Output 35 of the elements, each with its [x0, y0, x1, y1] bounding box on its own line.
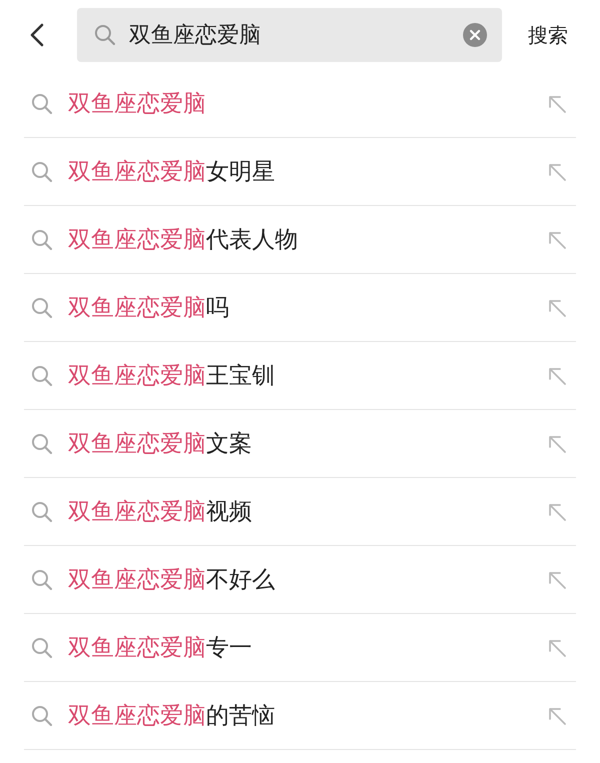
- search-field[interactable]: 双鱼座恋爱脑: [129, 22, 462, 48]
- suggestion-text: 双鱼座恋爱脑的苦恼: [68, 702, 276, 731]
- search-icon: [30, 160, 54, 184]
- search-icon: [30, 636, 54, 660]
- suggestion-item[interactable]: 双鱼座恋爱脑代表人物: [24, 206, 576, 274]
- search-icon: [30, 296, 54, 320]
- suggestion-item[interactable]: 双鱼座恋爱脑文案: [24, 410, 576, 478]
- search-icon: [93, 23, 117, 47]
- search-icon: [30, 364, 54, 388]
- suggestion-text: 双鱼座恋爱脑文案: [68, 430, 253, 459]
- search-bar[interactable]: 双鱼座恋爱脑: [77, 8, 502, 62]
- suggestion-item[interactable]: 双鱼座恋爱脑吗: [24, 274, 576, 342]
- suggestion-item[interactable]: 双鱼座恋爱脑不好么: [24, 546, 576, 614]
- suggestion-text: 双鱼座恋爱脑吗: [68, 294, 230, 323]
- search-button[interactable]: 搜索: [528, 22, 568, 48]
- suggestion-text: 双鱼座恋爱脑王宝钏: [68, 362, 276, 391]
- suggestion-text: 双鱼座恋爱脑代表人物: [68, 226, 299, 255]
- suggestion-text: 双鱼座恋爱脑: [68, 90, 207, 119]
- search-icon: [30, 92, 54, 116]
- suggestion-text: 双鱼座恋爱脑女明星: [68, 158, 276, 187]
- search-icon: [30, 500, 54, 524]
- search-icon: [30, 432, 54, 456]
- suggestion-item[interactable]: 双鱼座恋爱脑的苦恼: [24, 682, 576, 750]
- suggestion-item[interactable]: 双鱼座恋爱脑: [24, 70, 576, 138]
- search-icon: [30, 568, 54, 592]
- suggestion-item[interactable]: 双鱼座恋爱脑视频: [24, 478, 576, 546]
- search-icon: [30, 704, 54, 728]
- suggestion-item[interactable]: 双鱼座恋爱脑女明星: [24, 138, 576, 206]
- suggestion-item[interactable]: 双鱼座恋爱脑专一: [24, 614, 576, 682]
- suggestion-text: 双鱼座恋爱脑不好么: [68, 566, 276, 595]
- suggestion-text: 双鱼座恋爱脑专一: [68, 634, 253, 663]
- search-icon: [30, 228, 54, 252]
- suggestion-text: 双鱼座恋爱脑视频: [68, 498, 253, 527]
- clear-icon[interactable]: [462, 22, 488, 48]
- suggestion-item[interactable]: 双鱼座恋爱脑王宝钏: [24, 342, 576, 410]
